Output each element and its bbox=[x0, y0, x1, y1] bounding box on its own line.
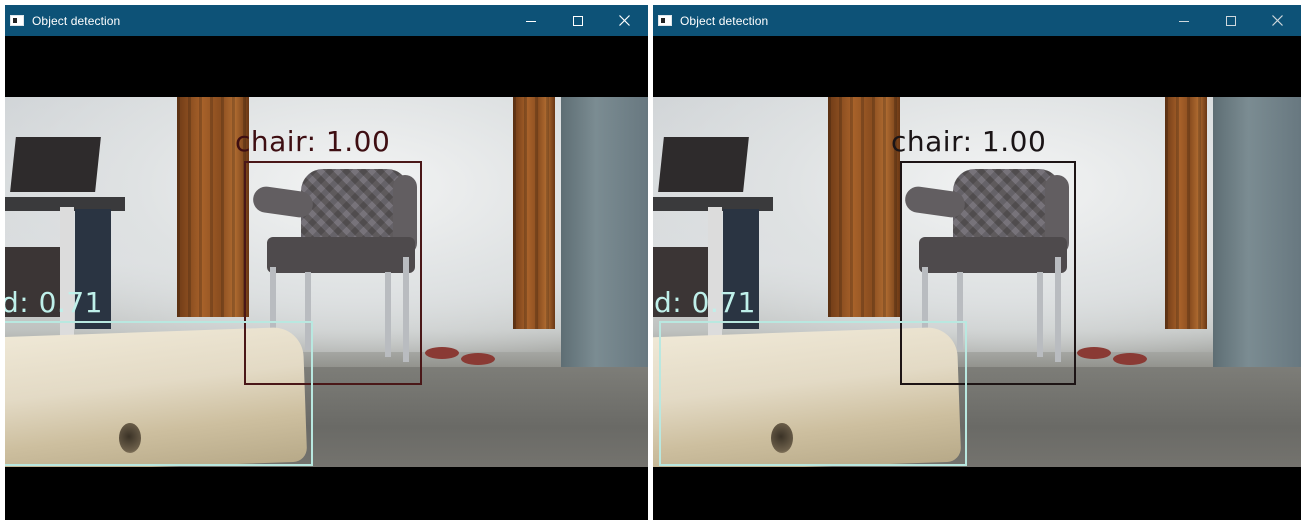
slipper bbox=[1077, 347, 1111, 359]
detection-label-bed: bed: 0.71 bbox=[653, 286, 756, 319]
title-bar[interactable]: Object detection bbox=[653, 5, 1301, 36]
object-detection-window-right: Object detection chair: 1.00 d: 0.71 bbox=[653, 5, 1301, 520]
minimize-icon[interactable] bbox=[1160, 5, 1207, 36]
detection-label-chair: chair: 1.00 bbox=[891, 125, 1047, 158]
maximize-icon[interactable] bbox=[1207, 5, 1254, 36]
window-controls bbox=[1160, 5, 1301, 36]
window-title: Object detection bbox=[680, 13, 769, 28]
window-title: Object detection bbox=[32, 13, 121, 28]
close-icon[interactable] bbox=[1254, 5, 1301, 36]
door bbox=[1213, 97, 1301, 372]
curtain bbox=[513, 97, 555, 329]
maximize-icon[interactable] bbox=[554, 5, 601, 36]
detection-label-bed: bed: 0.71 bbox=[5, 286, 103, 319]
curtain bbox=[1165, 97, 1207, 329]
door bbox=[561, 97, 648, 372]
title-bar[interactable]: Object detection bbox=[5, 5, 648, 36]
minimize-icon[interactable] bbox=[507, 5, 554, 36]
slipper bbox=[425, 347, 459, 359]
slipper bbox=[1113, 353, 1147, 365]
app-window-icon bbox=[658, 15, 672, 26]
app-window-icon bbox=[10, 15, 24, 26]
detection-label-chair: chair: 1.00 bbox=[235, 125, 391, 158]
slipper bbox=[461, 353, 495, 365]
close-icon[interactable] bbox=[601, 5, 648, 36]
detection-box-bed bbox=[5, 321, 313, 466]
detection-box-bed bbox=[659, 321, 967, 466]
window-controls bbox=[507, 5, 648, 36]
curtain bbox=[828, 97, 900, 317]
object-detection-window-left: Object detection chair: 1.00 d: 0.71 bbox=[5, 5, 648, 520]
